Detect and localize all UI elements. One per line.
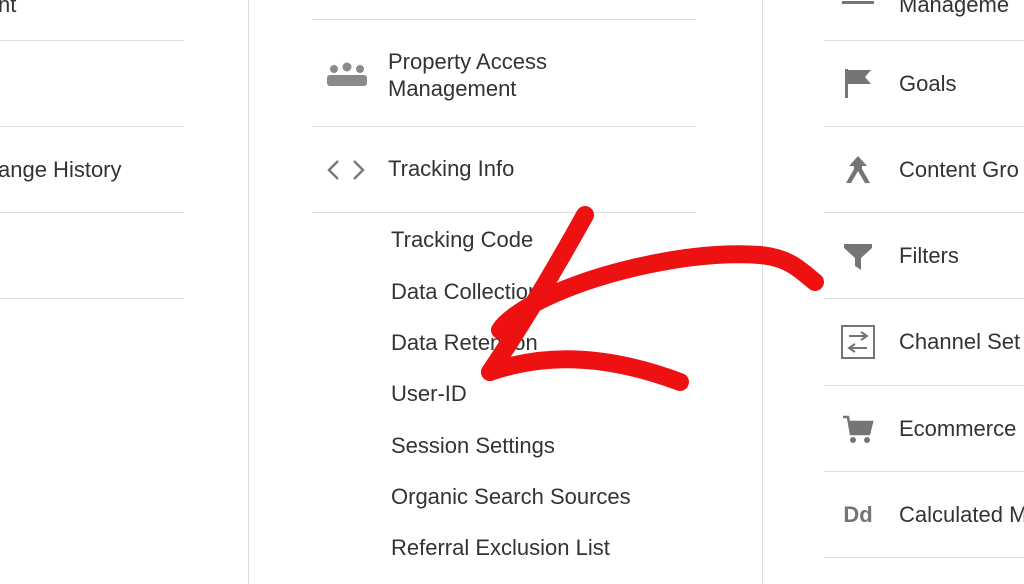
- code-brackets-icon: [326, 157, 366, 188]
- right-divider: [824, 40, 1024, 41]
- data-collection-link[interactable]: Data Collection: [391, 279, 540, 305]
- property-access-label-line2: Management: [388, 76, 517, 101]
- flag-icon: [838, 63, 878, 103]
- left-item-management[interactable]: nt: [0, 0, 16, 18]
- right-divider: [824, 126, 1024, 127]
- right-item-filters-label: Filters: [899, 243, 959, 268]
- left-divider: [0, 126, 184, 127]
- session-settings-link[interactable]: Session Settings: [391, 433, 555, 459]
- right-column-divider: [762, 0, 763, 584]
- tracking-code-link[interactable]: Tracking Code: [391, 227, 533, 253]
- people-icon: [326, 60, 368, 95]
- right-item-ecommerce-label: Ecommerce: [899, 416, 1017, 441]
- right-divider: [824, 212, 1024, 213]
- left-divider: [0, 40, 184, 41]
- left-column-divider: [248, 0, 249, 584]
- data-retention-link[interactable]: Data Retention: [391, 330, 538, 356]
- left-divider: [0, 212, 184, 213]
- right-item-calculated-metrics-label: Calculated M: [899, 502, 1024, 527]
- right-divider: [824, 557, 1024, 558]
- referral-exclusion-list-link[interactable]: Referral Exclusion List: [391, 535, 610, 561]
- middle-divider: [312, 19, 696, 20]
- bar-icon: [838, 0, 878, 18]
- right-item-channel-settings-label: Channel Set: [899, 329, 1021, 354]
- dd-icon: Dd: [843, 502, 873, 527]
- content-grouping-icon: [838, 150, 878, 190]
- filter-icon: [838, 236, 878, 276]
- right-divider: [824, 385, 1024, 386]
- right-item-goals-label: Goals: [899, 71, 957, 96]
- left-item-change-history[interactable]: ange History: [0, 157, 122, 183]
- middle-divider: [312, 126, 696, 127]
- organic-search-sources-link[interactable]: Organic Search Sources: [391, 484, 631, 510]
- right-divider: [824, 298, 1024, 299]
- right-divider: [824, 471, 1024, 472]
- middle-divider: [312, 212, 696, 213]
- property-access-label-line1: Property Access: [388, 49, 547, 74]
- right-item-content-grouping-label: Content Gro: [899, 157, 1019, 182]
- tracking-info-label: Tracking Info: [388, 156, 515, 181]
- left-divider: [0, 298, 184, 299]
- channel-settings-icon: [838, 322, 878, 362]
- user-id-link[interactable]: User-ID: [391, 381, 467, 407]
- right-item-management-label: Manageme: [899, 0, 1010, 17]
- cart-icon: [838, 409, 878, 449]
